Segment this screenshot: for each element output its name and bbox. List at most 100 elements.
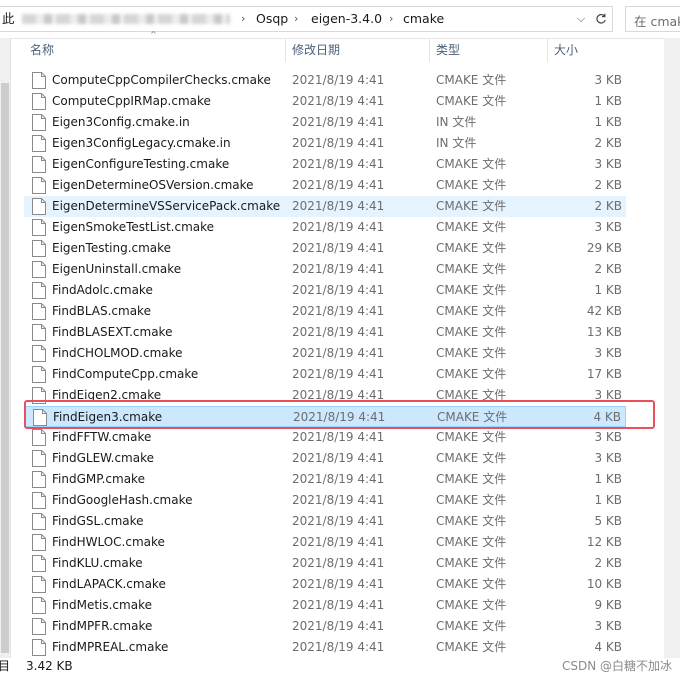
file-type: CMAKE 文件	[436, 220, 507, 234]
navigation-pane-scrollbar[interactable]	[0, 38, 11, 658]
file-modified-date: 2021/8/19 4:41	[292, 157, 385, 171]
file-modified-date: 2021/8/19 4:41	[292, 346, 385, 360]
address-bar[interactable]: 此 › Osqp › eigen-3.4.0 › cmake ⌵	[0, 6, 613, 32]
file-name: FindMetis.cmake	[52, 598, 152, 612]
file-size: 3 KB	[594, 346, 622, 360]
file-type: CMAKE 文件	[436, 157, 507, 171]
file-size: 2 KB	[594, 136, 622, 150]
column-header-date[interactable]: 修改日期	[286, 38, 430, 62]
file-modified-date: 2021/8/19 4:41	[292, 514, 385, 528]
file-row[interactable]: EigenUninstall.cmake 2021/8/19 4:41 CMAKE …	[24, 259, 626, 280]
file-modified-date: 2021/8/19 4:41	[292, 199, 385, 213]
breadcrumb-eigen[interactable]: eigen-3.4.0	[311, 11, 382, 27]
file-type: IN 文件	[436, 136, 477, 150]
status-selected-size: 3.42 KB	[26, 659, 73, 673]
file-row[interactable]: ComputeCppIRMap.cmake 2021/8/19 4:41 CMAKE…	[24, 91, 626, 112]
file-modified-date: 2021/8/19 4:41	[292, 136, 385, 150]
file-size: 2 KB	[594, 178, 622, 192]
file-row[interactable]: FindGoogleHash.cmake 2021/8/19 4:41 CMAKE …	[24, 490, 626, 511]
breadcrumb-this-pc[interactable]: 此	[2, 11, 15, 27]
file-type: CMAKE 文件	[436, 430, 507, 444]
file-icon	[32, 324, 46, 341]
file-row[interactable]: FindMPREAL.cmake 2021/8/19 4:41 CMAKE 文件 4 …	[24, 637, 626, 658]
file-row[interactable]: FindLAPACK.cmake 2021/8/19 4:41 CMAKE 文件 10…	[24, 574, 626, 595]
file-icon	[32, 597, 46, 614]
chevron-right-icon[interactable]: ›	[294, 11, 298, 27]
file-row[interactable]: FindBLASEXT.cmake 2021/8/19 4:41 CMAKE 文件 1…	[24, 322, 626, 343]
file-name: FindHWLOC.cmake	[52, 535, 165, 549]
file-row[interactable]: FindFFTW.cmake 2021/8/19 4:41 CMAKE 文件 3 KB	[24, 427, 626, 448]
breadcrumb-redacted	[22, 14, 230, 24]
file-modified-date: 2021/8/19 4:41	[292, 178, 385, 192]
file-icon	[32, 156, 46, 173]
file-row[interactable]: FindGMP.cmake 2021/8/19 4:41 CMAKE 文件 1 KB	[24, 469, 626, 490]
file-icon	[32, 198, 46, 215]
file-name: FindGLEW.cmake	[52, 451, 154, 465]
file-row[interactable]: Eigen3ConfigLegacy.cmake.in 2021/8/19 4:4…	[24, 133, 626, 154]
file-row[interactable]: Eigen3Config.cmake.in 2021/8/19 4:41 IN 文件…	[24, 112, 626, 133]
file-name: Eigen3ConfigLegacy.cmake.in	[52, 136, 231, 150]
file-row[interactable]: FindMPFR.cmake 2021/8/19 4:41 CMAKE 文件 3 KB	[24, 616, 626, 637]
file-row[interactable]: EigenSmokeTestList.cmake 2021/8/19 4:41 CM…	[24, 217, 626, 238]
file-size: 1 KB	[594, 472, 622, 486]
file-name: FindGSL.cmake	[52, 514, 144, 528]
file-row[interactable]: EigenTesting.cmake 2021/8/19 4:41 CMAKE 文件…	[24, 238, 626, 259]
file-size: 1 KB	[594, 115, 622, 129]
file-row[interactable]: FindBLAS.cmake 2021/8/19 4:41 CMAKE 文件 42 K…	[24, 301, 626, 322]
breadcrumb-osqp[interactable]: Osqp	[256, 11, 288, 27]
column-header-type[interactable]: 类型	[430, 38, 548, 62]
file-type: IN 文件	[436, 115, 477, 129]
file-type: CMAKE 文件	[436, 556, 507, 570]
file-row[interactable]: ComputeCppCompilerChecks.cmake 2021/8/19 …	[24, 70, 626, 91]
file-row[interactable]: FindComputeCpp.cmake 2021/8/19 4:41 CMAKE …	[24, 364, 626, 385]
sort-ascending-icon: ^	[150, 30, 157, 39]
status-bar: 项目 3.42 KB CSDN @白糖不加冰	[0, 658, 680, 675]
file-row[interactable]: EigenDetermineOSVersion.cmake 2021/8/19 4…	[24, 175, 626, 196]
file-row[interactable]: FindHWLOC.cmake 2021/8/19 4:41 CMAKE 文件 12 …	[24, 532, 626, 553]
file-modified-date: 2021/8/19 4:41	[292, 367, 385, 381]
file-row[interactable]: EigenDetermineVSServicePack.cmake 2021/8/…	[24, 196, 626, 217]
file-size: 13 KB	[586, 325, 622, 339]
vertical-scrollbar[interactable]	[664, 38, 680, 658]
file-size: 5 KB	[594, 514, 622, 528]
file-type: CMAKE 文件	[436, 451, 507, 465]
file-row[interactable]: FindGLEW.cmake 2021/8/19 4:41 CMAKE 文件 3 KB	[24, 448, 626, 469]
file-icon	[32, 639, 46, 656]
file-type: CMAKE 文件	[436, 283, 507, 297]
column-header-name[interactable]: 名称	[24, 38, 286, 62]
file-modified-date: 2021/8/19 4:41	[292, 94, 385, 108]
annotation-highlight-box	[24, 400, 655, 429]
search-input[interactable]: 在 cmake	[625, 6, 680, 32]
file-modified-date: 2021/8/19 4:41	[292, 493, 385, 507]
file-icon	[32, 534, 46, 551]
refresh-icon[interactable]	[592, 7, 610, 31]
file-row[interactable]: FindKLU.cmake 2021/8/19 4:41 CMAKE 文件 2 KB	[24, 553, 626, 574]
file-size: 2 KB	[594, 199, 622, 213]
file-size: 1 KB	[594, 94, 622, 108]
chevron-right-icon[interactable]: ›	[241, 11, 245, 27]
file-name: FindCHOLMOD.cmake	[52, 346, 183, 360]
file-row[interactable]: FindCHOLMOD.cmake 2021/8/19 4:41 CMAKE 文件 3…	[24, 343, 626, 364]
breadcrumb-cmake[interactable]: cmake	[403, 11, 444, 27]
file-type: CMAKE 文件	[436, 178, 507, 192]
file-row[interactable]: FindAdolc.cmake 2021/8/19 4:41 CMAKE 文件 1 K…	[24, 280, 626, 301]
file-type: CMAKE 文件	[436, 73, 507, 87]
file-row[interactable]: FindMetis.cmake 2021/8/19 4:41 CMAKE 文件 9 K…	[24, 595, 626, 616]
file-type: CMAKE 文件	[436, 367, 507, 381]
file-type: CMAKE 文件	[436, 325, 507, 339]
file-name: EigenDetermineVSServicePack.cmake	[52, 199, 281, 213]
history-dropdown-icon[interactable]: ⌵	[572, 7, 590, 31]
file-name: EigenUninstall.cmake	[52, 262, 182, 276]
file-row[interactable]: FindGSL.cmake 2021/8/19 4:41 CMAKE 文件 5 KB	[24, 511, 626, 532]
file-row[interactable]: EigenConfigureTesting.cmake 2021/8/19 4:4…	[24, 154, 626, 175]
file-name: EigenSmokeTestList.cmake	[52, 220, 215, 234]
file-type: CMAKE 文件	[436, 304, 507, 318]
file-size: 4 KB	[594, 640, 622, 654]
column-header-size[interactable]: 大小	[548, 38, 626, 62]
file-size: 3 KB	[594, 430, 622, 444]
file-size: 42 KB	[586, 304, 622, 318]
navigation-scroll-thumb[interactable]	[1, 83, 9, 653]
file-icon	[32, 618, 46, 635]
chevron-right-icon[interactable]: ›	[389, 11, 393, 27]
file-modified-date: 2021/8/19 4:41	[292, 640, 385, 654]
